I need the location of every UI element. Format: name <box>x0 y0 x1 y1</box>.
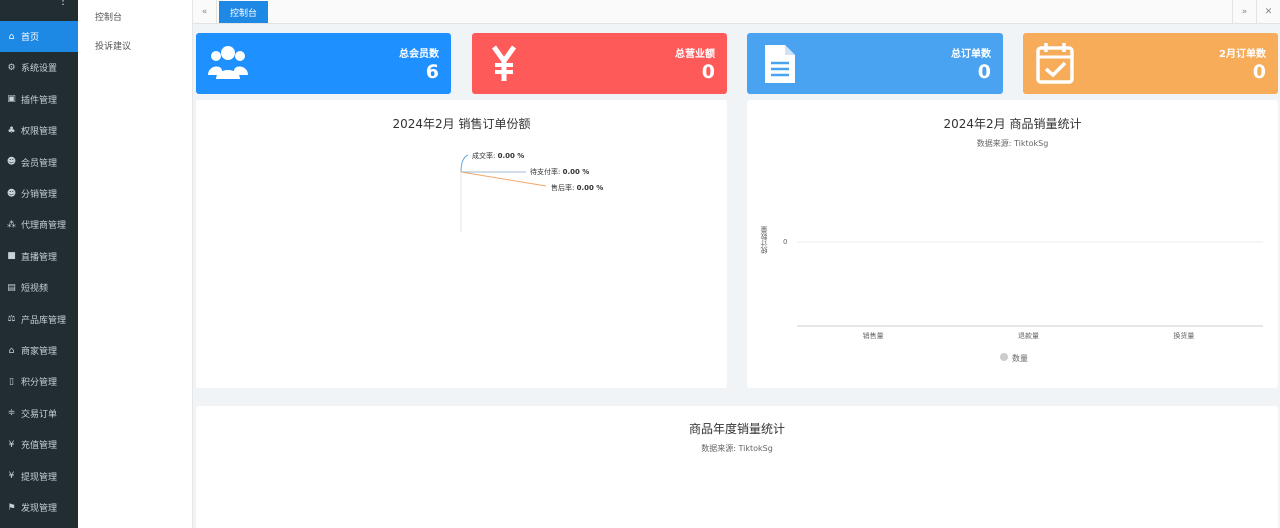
stat-label: 总会员数 <box>399 49 439 60</box>
sidebar-item-label: 会员管理 <box>21 158 58 169</box>
sidebar-item[interactable]: ☻ 会员管理 <box>0 147 78 178</box>
stat-value: 0 <box>1252 61 1266 83</box>
flag-icon: ⚑ <box>7 502 16 513</box>
sidebar-item[interactable]: ⁂ 代理商管理 <box>0 209 78 240</box>
gear-icon: ⚙ <box>7 62 16 73</box>
sidebar-item-label: 产品库管理 <box>21 315 67 326</box>
sidebar-item[interactable]: ☻ 分销管理 <box>0 178 78 209</box>
sidebar-item-label: 首页 <box>21 33 40 43</box>
stat-label: 2月订单数 <box>1219 49 1266 60</box>
sidebar-item[interactable]: ▣ 插件管理 <box>0 84 78 115</box>
sidebar-item[interactable]: ■ 直播管理 <box>0 241 78 272</box>
sidebar-item-label: 短视频 <box>21 284 49 295</box>
sidebar-item-label: 权限管理 <box>21 127 58 138</box>
sitemap-icon: ♣ <box>7 125 16 136</box>
product-sales-panel: 2024年2月 商品销量统计 数据来源: TiktokSg 统计数量 0 销售量… <box>747 100 1278 388</box>
sidebar-item-label: 提现管理 <box>21 472 58 483</box>
sidebar-item[interactable]: ¥ 提现管理 <box>0 461 78 492</box>
sidebar-item-label: 分销管理 <box>21 190 58 200</box>
stat-value: 0 <box>701 61 715 83</box>
legend-label[interactable]: 数量 <box>1012 353 1028 364</box>
panel-title: 商品年度销量统计 <box>688 422 785 436</box>
sidebar-item[interactable]: ⚙ 系统设置 <box>0 52 78 83</box>
sales-share-panel: 2024年2月 销售订单份额 成交率: 0.00 % 待支付率: 0.00 % … <box>196 100 727 388</box>
users-icon <box>208 46 248 79</box>
stat-value: 0 <box>977 61 991 83</box>
sidebar-item[interactable]: ¥ 充值管理 <box>0 429 78 460</box>
yen-icon <box>491 45 517 81</box>
tab-bar: « 控制台 » ✕ <box>193 0 1280 24</box>
sidebar-item[interactable]: ♣ 权限管理 <box>0 115 78 146</box>
stat-card-month-orders: 2月订单数 0 <box>1023 33 1278 94</box>
stat-card-revenue: 总营业额 0 <box>472 33 727 94</box>
sidebar-item[interactable]: ⚑ 发现管理 <box>0 492 78 523</box>
submenu-item-console[interactable]: 控制台 <box>95 10 122 23</box>
pie-label-pending: 待支付率: 0.00 % <box>530 168 590 176</box>
document-icon: ▯ <box>9 376 14 387</box>
menu-dots-icon[interactable]: ⋮ <box>58 0 68 7</box>
sidebar-item-label: 发现管理 <box>21 504 58 514</box>
tab-scroll-right-icon[interactable]: » <box>1232 0 1256 24</box>
pie-label-deal: 成交率: 0.00 % <box>472 152 525 160</box>
bank-icon: ⌂ <box>8 345 15 356</box>
exchange-icon: ≑ <box>7 408 16 419</box>
sidebar-item-label: 直播管理 <box>21 252 58 263</box>
x-tick-label: 换货量 <box>1173 332 1195 340</box>
stat-card-orders: 总订单数 0 <box>747 33 1003 94</box>
sidebar-item-label: 代理商管理 <box>21 221 67 232</box>
plugin-icon: ▣ <box>7 94 16 105</box>
cubes-icon: ⁂ <box>7 219 16 230</box>
stat-card-members: 总会员数 6 <box>196 33 451 94</box>
users-icon: ☻ <box>6 188 17 199</box>
sidebar-item[interactable]: ≑ 交易订单 <box>0 398 78 429</box>
x-tick-label: 退款量 <box>1018 332 1039 340</box>
tab-console[interactable]: 控制台 <box>219 1 269 23</box>
film-icon: ▤ <box>7 282 16 293</box>
sidebar-item[interactable]: ⌂ 商家管理 <box>0 335 78 366</box>
sidebar-item[interactable]: ▯ 积分管理 <box>0 366 78 397</box>
panel-subtitle: 数据来源: TiktokSg <box>701 444 773 453</box>
pie-leader-lines <box>460 154 547 232</box>
bar-chart <box>797 241 1263 327</box>
pie-label-aftersale: 售后率: 0.00 % <box>551 184 604 192</box>
annual-sales-panel: 商品年度销量统计 数据来源: TiktokSg <box>196 406 1278 528</box>
calendar-check-icon <box>1036 43 1074 84</box>
sidebar-item[interactable]: ⚖ 产品库管理 <box>0 304 78 335</box>
video-icon: ■ <box>7 251 16 262</box>
yen-icon: ¥ <box>8 471 15 482</box>
sidebar-item-label: 交易订单 <box>21 409 58 420</box>
submenu-item-complaints[interactable]: 投诉建议 <box>95 39 131 52</box>
legend-marker <box>1000 353 1008 361</box>
tab-scroll-left-icon[interactable]: « <box>193 0 217 24</box>
sidebar-item-label: 插件管理 <box>21 95 58 106</box>
sidebar-item-label: 系统设置 <box>21 64 58 75</box>
balance-icon: ⚖ <box>7 314 16 325</box>
sidebar-item[interactable]: ⌂ 首页 <box>0 21 78 52</box>
sidebar-item[interactable]: ▤ 短视频 <box>0 272 78 303</box>
stat-label: 总营业额 <box>675 49 715 60</box>
sidebar-item-label: 积分管理 <box>21 378 58 389</box>
submenu-panel: 控制台 投诉建议 <box>78 0 193 528</box>
sidebar-item-label: 充值管理 <box>21 441 58 452</box>
yen-icon: ¥ <box>8 439 15 450</box>
home-icon: ⌂ <box>8 31 15 42</box>
document-icon <box>765 45 795 83</box>
users-icon: ☻ <box>6 157 17 168</box>
x-tick-label: 销售量 <box>862 332 884 340</box>
close-icon[interactable]: ✕ <box>1256 0 1280 24</box>
stat-value: 6 <box>425 61 439 83</box>
stat-label: 总订单数 <box>951 49 991 60</box>
sidebar-item-label: 商家管理 <box>21 347 58 357</box>
main-sidebar: ⋮ ⌂ 首页 ⚙ 系统设置 ▣ 插件管理 ♣ 权限管理 ☻ 会员管理 ☻ 分销管理 ⁂ 代理商管理 ■ 直播管… <box>0 0 78 528</box>
